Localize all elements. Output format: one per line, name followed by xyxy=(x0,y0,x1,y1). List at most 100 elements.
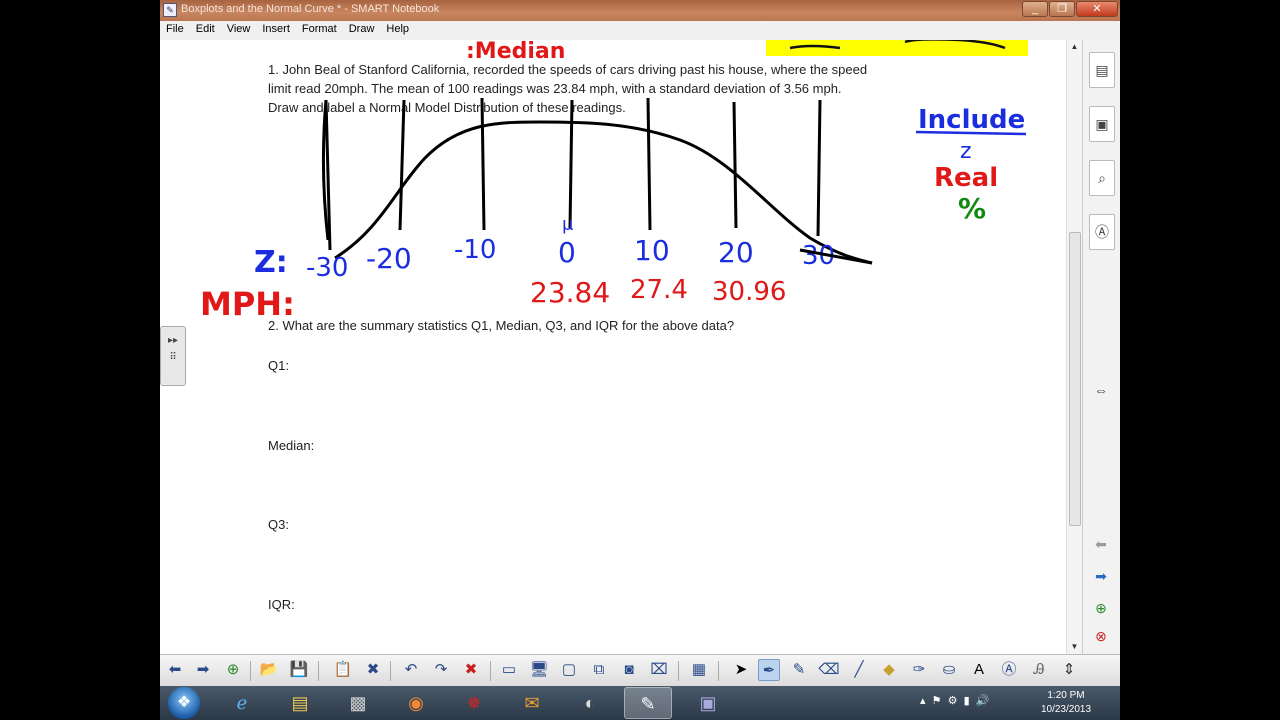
firefox-icon[interactable]: ◉ xyxy=(392,687,440,719)
screen-shade-icon[interactable]: ▭ xyxy=(498,659,520,681)
vline-minus1 xyxy=(480,97,486,231)
z-prefix: Z: xyxy=(254,245,288,280)
clear-page-icon[interactable]: ✖ xyxy=(460,659,482,681)
z-label-minus3: -30 xyxy=(306,253,348,283)
open-folder-icon[interactable]: 📂 xyxy=(258,659,280,681)
settings-gear-icon[interactable]: ✵ xyxy=(450,687,498,719)
side-tabs-panel: ▤ ▣ ⌕ Ⓐ ⇔ ⬅ ➡ ⊕ ⊗ xyxy=(1082,40,1120,654)
start-button[interactable]: ❖ xyxy=(168,687,200,719)
table-icon[interactable]: ▦ xyxy=(688,659,710,681)
expand-arrows-icon: ▸▸ xyxy=(167,335,179,346)
redo-icon[interactable]: ↷ xyxy=(430,659,452,681)
outlook-icon[interactable]: ✉ xyxy=(508,687,556,719)
delete-icon[interactable]: ✖ xyxy=(362,659,384,681)
forward-arrow-icon[interactable]: ➡ xyxy=(192,659,214,681)
add-page-icon[interactable]: ⊕ xyxy=(1089,596,1113,620)
line-icon[interactable]: ╱ xyxy=(848,659,870,681)
fill-icon[interactable]: ⛀ xyxy=(938,659,960,681)
resize-handle-icon[interactable]: ⇔ xyxy=(1089,380,1113,400)
add-page-toolbar-icon[interactable]: ⊕ xyxy=(222,659,244,681)
minimize-button[interactable]: _ xyxy=(1022,1,1048,17)
dual-page-icon[interactable]: ⧉ xyxy=(588,659,610,681)
menu-draw[interactable]: Draw xyxy=(343,21,381,40)
text-icon[interactable]: A xyxy=(968,659,990,681)
properties-icon[interactable]: Ⓐ xyxy=(998,659,1020,681)
restore-button[interactable]: ❐ xyxy=(1049,1,1075,17)
smart-notebook-window: ✎ Boxplots and the Normal Curve * - SMAR… xyxy=(160,0,1120,686)
previous-page-icon[interactable]: ⬅ xyxy=(1089,532,1113,556)
select-arrow-icon[interactable]: ➤ xyxy=(730,659,752,681)
mu-symbol: μ xyxy=(562,214,574,235)
mph-value-plus1: 27.4 xyxy=(630,275,688,305)
scroll-thumb[interactable] xyxy=(1069,232,1081,526)
creative-pen-icon[interactable]: ✎ xyxy=(788,659,810,681)
scroll-up-arrow-icon[interactable]: ▲ xyxy=(1067,40,1082,54)
z-label-plus1: 10 xyxy=(634,234,670,267)
mph-value-plus2: 30.96 xyxy=(712,277,786,307)
pb-app-icon[interactable]: ◐ xyxy=(566,687,614,719)
menu-view[interactable]: View xyxy=(221,21,257,40)
system-tray[interactable]: ▴ ⚑ ⚙ ▮ 🔊 xyxy=(920,694,989,707)
document-camera-icon[interactable]: ⌧ xyxy=(648,659,670,681)
shapes-icon[interactable]: ◆ xyxy=(878,659,900,681)
handwritten-ink-layer[interactable]: :Median Z: -30 -20 -10 μ 0 10 20 30 MPH:… xyxy=(160,40,1066,654)
page-scrollbar[interactable]: ▲ ▼ xyxy=(1066,40,1082,654)
z-label-plus2: 20 xyxy=(718,236,754,269)
title-bar[interactable]: ✎ Boxplots and the Normal Curve * - SMAR… xyxy=(160,0,1120,21)
other-app-icon[interactable]: ▣ xyxy=(684,687,732,719)
back-arrow-icon[interactable]: ⬅ xyxy=(164,659,186,681)
menu-edit[interactable]: Edit xyxy=(190,21,221,40)
pen-icon[interactable]: ✒ xyxy=(758,659,780,681)
next-page-icon[interactable]: ➡ xyxy=(1089,564,1113,588)
menu-help[interactable]: Help xyxy=(380,21,415,40)
main-toolbar: ⬅ ➡ ⊕ 📂 💾 📋 ✖ ↶ ↷ ✖ ▭ 🖥 ▢ ⧉ ◙ ⌧ ▦ ➤ ✒ ✎ … xyxy=(160,654,1120,686)
delete-page-icon[interactable]: ⊗ xyxy=(1089,624,1113,648)
keypad-icon: ⠿ xyxy=(169,352,177,363)
toolbar-separator xyxy=(718,661,719,681)
window-title: Boxplots and the Normal Curve * - SMART … xyxy=(181,3,440,15)
include-percent-label: % xyxy=(958,192,986,225)
vline-plus1 xyxy=(646,97,652,231)
internet-explorer-icon[interactable]: ℯ xyxy=(218,687,266,719)
menu-bar: File Edit View Insert Format Draw Help xyxy=(160,21,1120,41)
toolbar-separator xyxy=(490,661,491,681)
full-screen-icon[interactable]: 🖥 xyxy=(528,659,550,681)
vline-plus3 xyxy=(816,99,822,237)
handwriting-recognition-icon[interactable]: Ꭿ xyxy=(1028,659,1050,681)
toolbar-separator xyxy=(390,661,391,681)
file-explorer-icon[interactable]: ▤ xyxy=(276,687,324,719)
menu-file[interactable]: File xyxy=(160,21,190,40)
windows-taskbar: ❖ ℯ ▤ ▩ ◉ ✵ ✉ ◐ ✎ ▣ ▴ ⚑ ⚙ ▮ 🔊 1:20 PM 10… xyxy=(160,686,1120,720)
app-icon: ✎ xyxy=(163,3,177,17)
include-z-label: z xyxy=(960,139,972,164)
page-sorter-tab-icon[interactable]: ▤ xyxy=(1089,52,1115,88)
move-toolbar-icon[interactable]: ⇕ xyxy=(1058,659,1080,681)
vline-plus2 xyxy=(732,101,738,229)
save-icon[interactable]: 💾 xyxy=(288,659,310,681)
median-ink-label: :Median xyxy=(466,40,565,64)
app-cube-icon[interactable]: ▩ xyxy=(334,687,382,719)
left-panel-grip[interactable]: ▸▸ ⠿ xyxy=(160,326,186,386)
screen-capture-icon[interactable]: ◙ xyxy=(618,659,640,681)
eraser-icon[interactable]: ⌫ xyxy=(818,659,840,681)
include-real-label: Real xyxy=(934,163,998,193)
vline-mean xyxy=(568,99,574,229)
include-ink-label: Include xyxy=(918,105,1025,135)
clock[interactable]: 1:20 PM 10/23/2013 xyxy=(1030,689,1102,717)
smart-notebook-task-icon[interactable]: ✎ xyxy=(624,687,672,719)
gallery-tab-icon[interactable]: ▣ xyxy=(1089,106,1115,142)
scroll-down-arrow-icon[interactable]: ▼ xyxy=(1067,640,1082,654)
attachments-tab-icon[interactable]: ⌕ xyxy=(1089,160,1115,196)
undo-icon[interactable]: ↶ xyxy=(400,659,422,681)
menu-insert[interactable]: Insert xyxy=(256,21,296,40)
notebook-page[interactable]: 1. John Beal of Stanford California, rec… xyxy=(160,40,1066,654)
menu-format[interactable]: Format xyxy=(296,21,343,40)
close-button[interactable]: ✕ xyxy=(1076,1,1118,17)
toolbar-separator xyxy=(678,661,679,681)
vline-minus2 xyxy=(398,99,406,231)
magic-pen-icon[interactable]: ✑ xyxy=(908,659,930,681)
z-label-minus2: -20 xyxy=(366,242,412,275)
properties-tab-icon[interactable]: Ⓐ xyxy=(1089,214,1115,250)
transparent-background-icon[interactable]: ▢ xyxy=(558,659,580,681)
paste-icon[interactable]: 📋 xyxy=(332,659,354,681)
